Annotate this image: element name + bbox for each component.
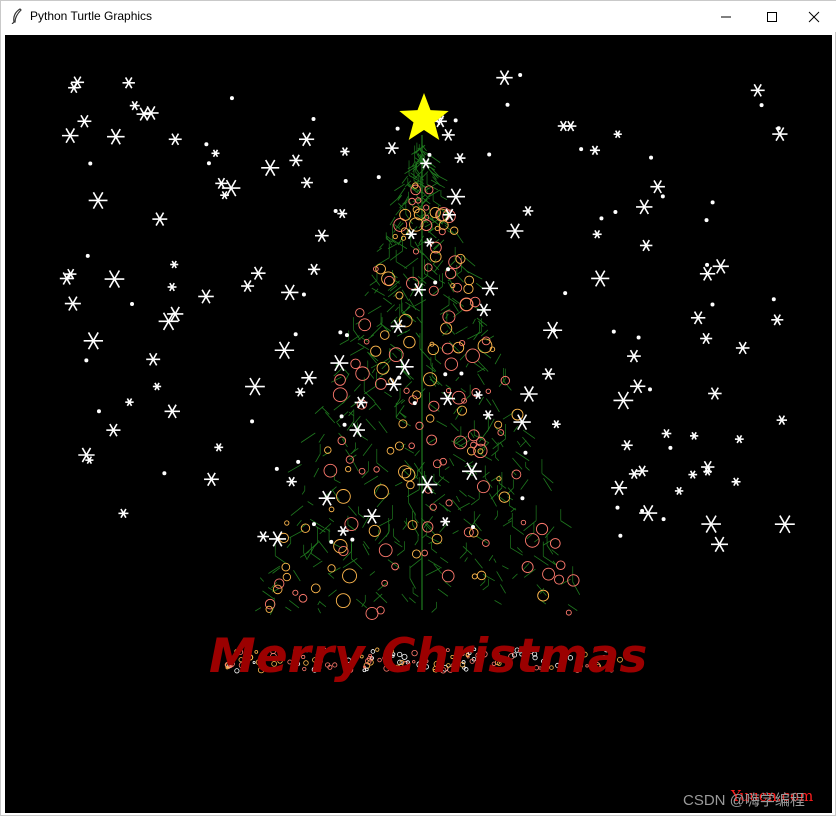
close-button[interactable] [791,1,836,32]
feather-icon [11,8,22,24]
turtle-canvas[interactable]: Merry Christmas Yuucn.com [5,35,832,813]
csdn-watermark: CSDN @嗨学编程 [683,792,805,809]
minimize-button[interactable] [703,1,749,32]
snowflakes [59,70,795,553]
maximize-icon [767,11,777,22]
title-bar[interactable]: Python Turtle Graphics [1,1,836,32]
close-icon [808,11,820,22]
app-window: Python Turtle Graphics Merry Christmas Y… [0,0,836,816]
window-title: Python Turtle Graphics [30,9,153,23]
maximize-button[interactable] [749,1,795,32]
tree-star [399,93,449,140]
christmas-scene [59,70,795,674]
greeting-text: Merry Christmas [209,629,648,684]
minimize-icon [721,16,731,17]
